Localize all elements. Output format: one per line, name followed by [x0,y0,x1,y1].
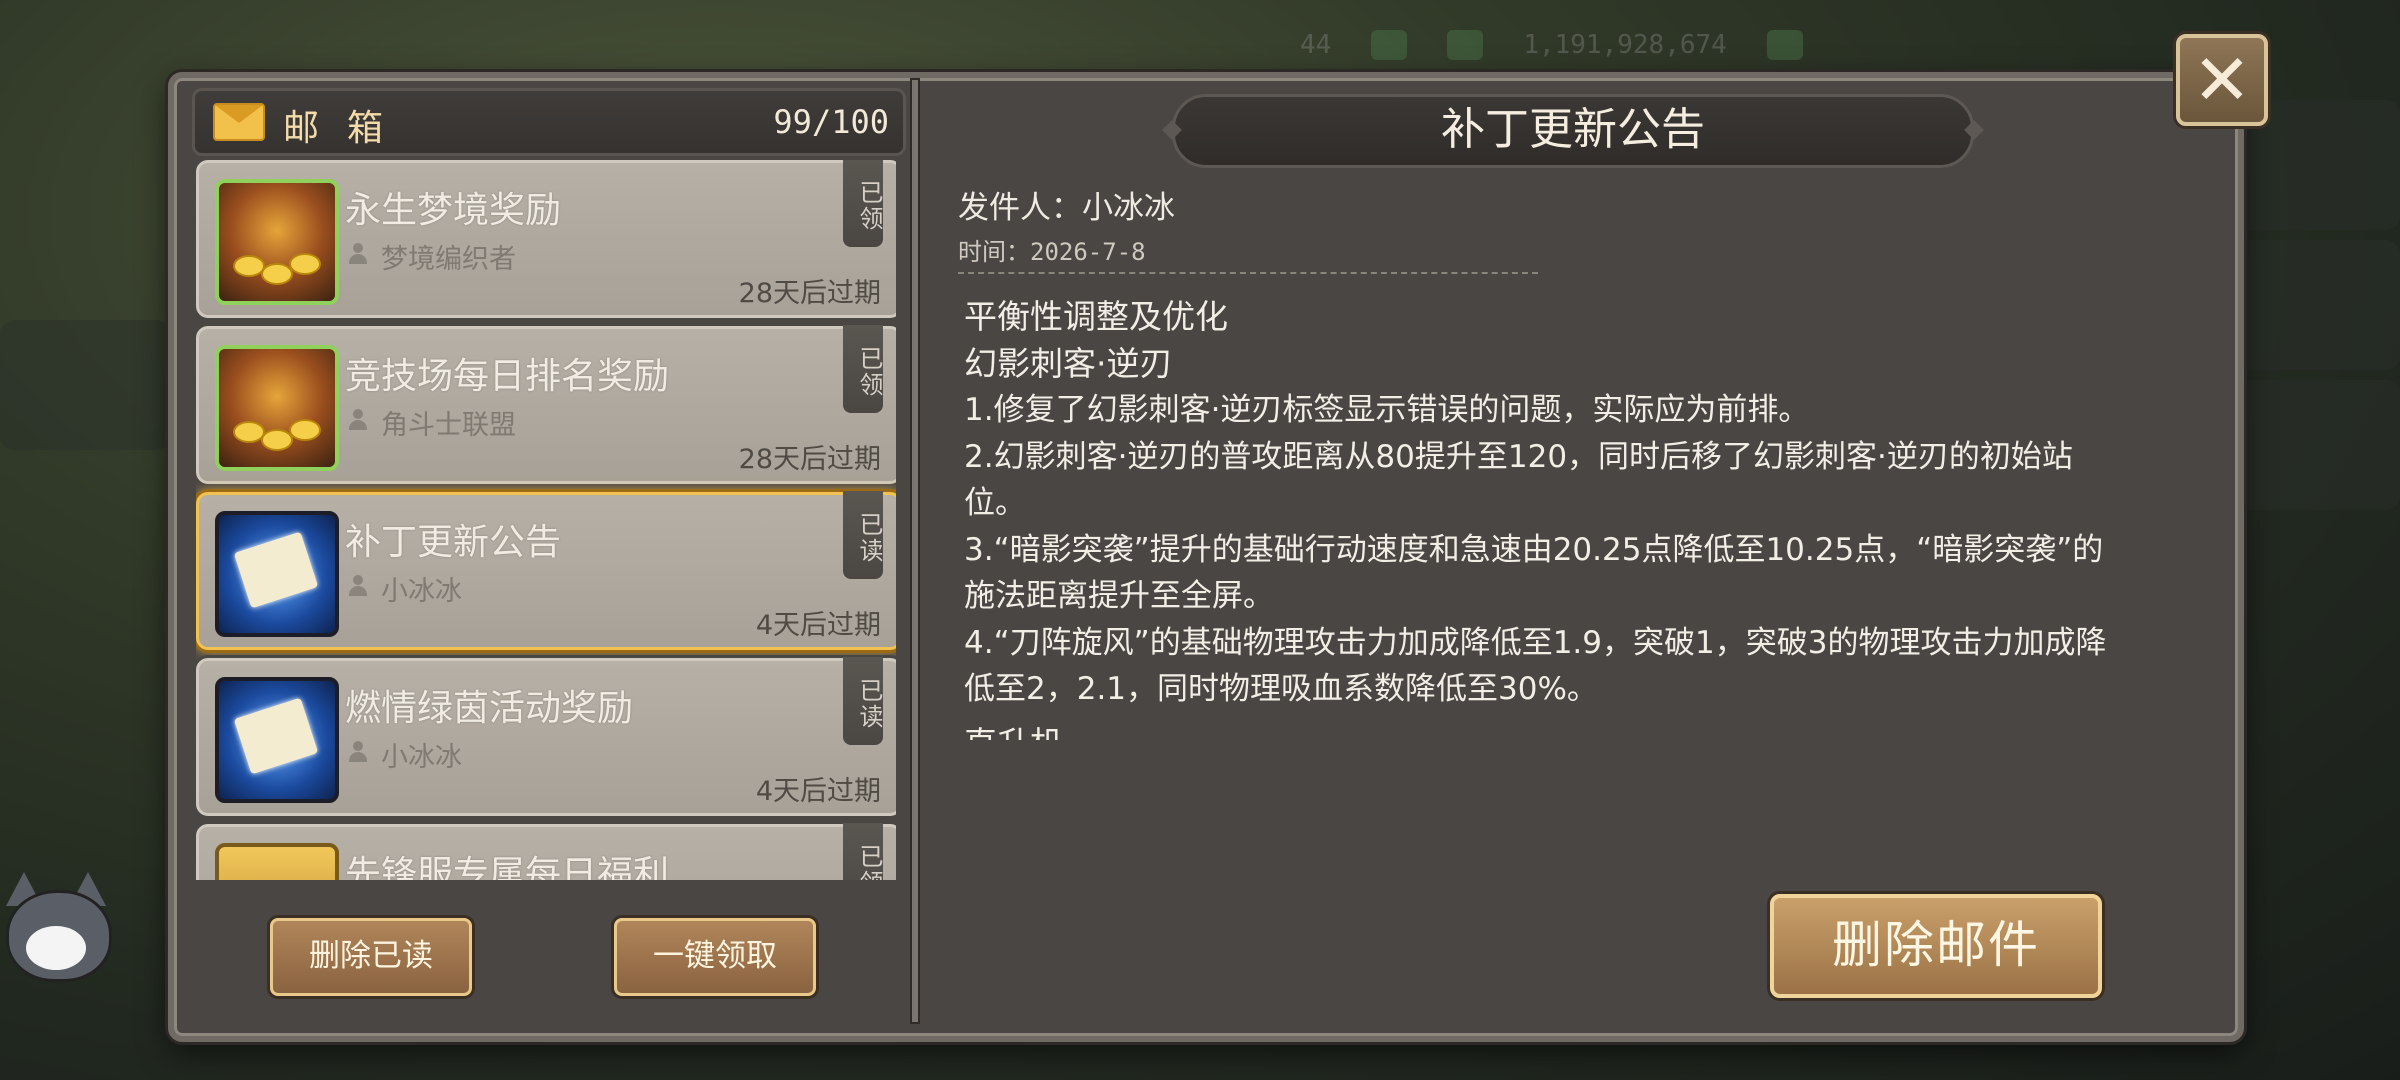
mail-title: 竞技场每日排名奖励 [345,356,670,397]
mail-title: 永生梦境奖励 [345,190,562,231]
mail-title: 补丁更新公告 [345,522,562,563]
status-badge: 已领 [843,160,883,247]
mail-time: 时间：2026-7-8 [958,238,1146,266]
mailbox-header: 邮箱 99/100 [192,88,906,156]
status-badge: 已领 [843,325,883,413]
mail-from: 发件人：小冰冰 [958,190,1175,226]
mail-expiry: 4天后过期 [755,610,881,641]
mail-body[interactable]: 平衡性调整及优化 幻影刺客·逆刃 1.修复了幻影刺客·逆刃标签显示错误的问题，实际应… [964,294,2124,740]
coin-bag-icon [215,179,339,305]
status-badge: 已领 [843,823,883,880]
mail-list-panel: 邮箱 99/100 永生梦境奖励 梦境编织者 28天后过期 已领 竞技场每日排名… [186,88,906,1020]
delete-mail-button[interactable]: 删除邮件 [1770,894,2102,998]
person-icon [349,409,367,431]
status-badge: 已读 [843,657,883,745]
envelope-icon [213,103,265,141]
mail-item[interactable]: 先锋服专属每日福利 已领 [196,823,896,880]
mail-count: 99/100 [773,103,889,141]
mail-body-line: 1.修复了幻影刺客·逆刃标签显示错误的问题，实际应为前排。 [964,392,1810,428]
mail-sender: 角斗士联盟 [381,410,516,441]
claim-all-button[interactable]: 一键领取 [614,918,816,996]
separator [958,272,1538,274]
panel-divider [912,80,918,1022]
mail-item[interactable]: 燃情绿茵活动奖励 小冰冰 4天后过期 已读 [196,657,896,816]
mail-sender: 小冰冰 [381,742,462,773]
mail-item-selected[interactable]: 补丁更新公告 小冰冰 4天后过期 已读 [196,491,896,650]
mail-body-line: 幻影刺客·逆刃 [964,343,1173,383]
mail-item[interactable]: 永生梦境奖励 梦境编织者 28天后过期 已领 [196,160,896,318]
mail-sender: 小冰冰 [381,576,462,607]
status-badge: 已读 [843,491,883,579]
mail-body-line: 2.幻影刺客·逆刃的普攻距离从80提升至120，同时后移了幻影刺客·逆刃的初始站… [964,438,2073,522]
mail-list[interactable]: 永生梦境奖励 梦境编织者 28天后过期 已领 竞技场每日排名奖励 角斗士联盟 2… [196,160,896,880]
delete-read-button[interactable]: 删除已读 [270,918,472,996]
mail-expiry: 28天后过期 [738,278,881,309]
mail-sender: 梦境编织者 [381,244,516,275]
person-icon [349,741,367,763]
envelope-icon [215,511,339,637]
coin-bag-icon [215,345,339,471]
envelope-icon [215,677,339,803]
person-icon [349,575,367,597]
mail-body-line: 4.“刀阵旋风”的基础物理攻击力加成降低至1.9，突破1，突破3的物理攻击力加成… [964,624,2107,708]
person-icon [349,243,367,265]
mail-item[interactable]: 竞技场每日排名奖励 角斗士联盟 28天后过期 已领 [196,325,896,484]
mailbox-title: 邮箱 [283,108,412,149]
mail-detail-panel: 补丁更新公告 发件人：小冰冰 时间：2026-7-8 平衡性调整及优化 幻影刺客·… [924,80,2224,1020]
mail-body-line: 3.“暗影突袭”提升的基础行动速度和急速由20.25点降低至10.25点，“暗影… [964,531,2104,615]
mail-body-line: 平衡性调整及优化 [964,297,1228,336]
close-button[interactable]: ✕ [2176,34,2268,126]
mail-body-line: 直升机 [964,721,2124,741]
mascot-cat-icon[interactable] [0,868,112,1018]
mail-expiry: 4天后过期 [755,776,881,807]
mail-expiry: 28天后过期 [738,444,881,475]
mail-detail-title: 补丁更新公告 [1172,94,1974,168]
mail-title: 先锋服专属每日福利 [345,854,670,880]
scroll-icon [215,843,339,880]
mail-title: 燃情绿茵活动奖励 [345,688,634,729]
